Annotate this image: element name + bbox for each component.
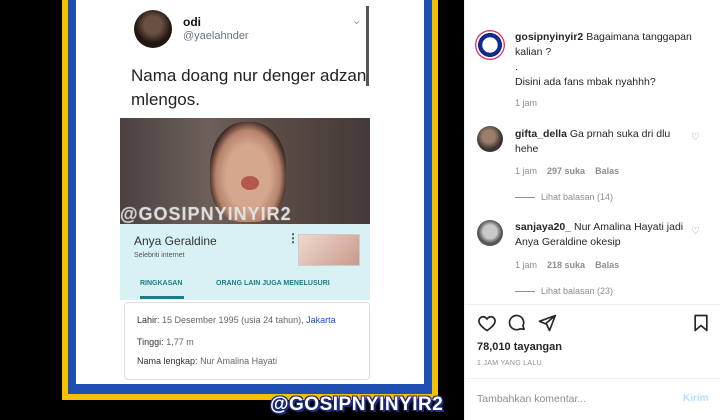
heart-icon[interactable]: ♡ bbox=[691, 132, 700, 143]
commenter-avatar[interactable] bbox=[477, 220, 503, 246]
caption-line-2: . bbox=[515, 61, 518, 73]
reply-button[interactable]: Balas bbox=[595, 260, 619, 270]
fact-fullname: Nama lengkap: Nur Amalina Hayati bbox=[137, 356, 277, 366]
fact-value: 1,77 m bbox=[166, 337, 194, 347]
comment-likes[interactable]: 297 suka bbox=[547, 166, 585, 176]
reply-button[interactable]: Balas bbox=[595, 166, 619, 176]
view-count[interactable]: 78,010 tayangan bbox=[477, 341, 562, 353]
fact-birth: Lahir: 15 Desember 1995 (usia 24 tahun),… bbox=[137, 315, 336, 325]
comment-input[interactable]: Tambahkan komentar... bbox=[477, 393, 586, 405]
chevron-down-icon: ⌄ bbox=[352, 15, 362, 27]
facts-card: Lahir: 15 Desember 1995 (usia 24 tahun),… bbox=[124, 302, 370, 380]
fact-value: Nur Amalina Hayati bbox=[200, 356, 278, 366]
caption: gosipnyinyir2 Bagaimana tanggapan kalian… bbox=[515, 30, 715, 90]
fact-height: Tinggi: 1,77 m bbox=[137, 337, 194, 347]
overlay-watermark: @GOSIPNYINYIR2 bbox=[120, 204, 292, 224]
post-media[interactable]: odi @yaelahnder ⌄ Nama doang nur denger … bbox=[0, 0, 464, 420]
fact-value: 15 Desember 1995 (usia 24 tahun), bbox=[162, 315, 304, 325]
tweet-author-name: odi bbox=[183, 15, 201, 29]
commenter-avatar[interactable] bbox=[477, 126, 503, 152]
caption-time[interactable]: 1 jam bbox=[515, 98, 537, 108]
share-paper-plane-icon[interactable] bbox=[537, 313, 557, 333]
kg-thumbnail bbox=[298, 234, 360, 266]
tweet-author-handle: @yaelahnder bbox=[183, 30, 249, 42]
comment-bubble-icon[interactable] bbox=[507, 313, 527, 333]
person-lips bbox=[241, 176, 259, 190]
active-tab-indicator bbox=[140, 296, 184, 299]
section-divider bbox=[465, 304, 720, 305]
tweet-text: Nama doang nur denger adzan mlengos. bbox=[131, 66, 367, 109]
screenshot-collage: odi @yaelahnder ⌄ Nama doang nur denger … bbox=[76, 0, 424, 384]
fact-link: Jakarta bbox=[306, 315, 336, 325]
fact-label: Tinggi: bbox=[137, 337, 164, 347]
comment-likes[interactable]: 218 suka bbox=[547, 260, 585, 270]
view-replies-button[interactable]: Lihat balasan (14) bbox=[515, 192, 613, 202]
fact-label: Lahir: bbox=[137, 315, 160, 325]
bookmark-icon[interactable] bbox=[691, 313, 711, 333]
fact-label: Nama lengkap: bbox=[137, 356, 198, 366]
comment-username[interactable]: sanjaya20_ bbox=[515, 221, 571, 233]
comment-meta: 1 jam 218 suka Balas bbox=[515, 260, 619, 270]
blue-frame: odi @yaelahnder ⌄ Nama doang nur denger … bbox=[68, 0, 432, 394]
comment-meta: 1 jam 297 suka Balas bbox=[515, 166, 619, 176]
tweet-avatar bbox=[134, 10, 172, 48]
post-timestamp[interactable]: 1 JAM YANG LALU bbox=[477, 360, 542, 367]
view-replies-label: Lihat balasan (23) bbox=[541, 286, 614, 296]
view-replies-button[interactable]: Lihat balasan (23) bbox=[515, 286, 613, 296]
instagram-post-view: odi @yaelahnder ⌄ Nama doang nur denger … bbox=[0, 0, 720, 420]
comments-panel: gosipnyinyir2 Bagaimana tanggapan kalian… bbox=[464, 0, 720, 420]
bottom-watermark: @GOSIPNYINYIR2 bbox=[270, 394, 444, 415]
caption-username[interactable]: gosipnyinyir2 bbox=[515, 31, 583, 43]
divider-dash bbox=[515, 197, 535, 199]
comment-text: gifta_della Ga prnah suka dri dlu hehe bbox=[515, 127, 690, 157]
view-replies-label: Lihat balasan (14) bbox=[541, 192, 614, 202]
knowledge-panel: Anya Geraldine ⋮ Selebriti internet RING… bbox=[120, 224, 370, 300]
heart-icon[interactable]: ♡ bbox=[691, 226, 700, 237]
yellow-frame: odi @yaelahnder ⌄ Nama doang nur denger … bbox=[62, 0, 438, 400]
divider-dash bbox=[515, 291, 535, 293]
kg-title: Anya Geraldine bbox=[134, 234, 217, 248]
author-avatar[interactable] bbox=[475, 30, 505, 60]
section-divider bbox=[465, 378, 720, 379]
comment-time[interactable]: 1 jam bbox=[515, 166, 537, 176]
tab-orang-lain: ORANG LAIN JUGA MENELUSURI bbox=[216, 280, 330, 287]
kg-subtitle: Selebriti internet bbox=[134, 252, 185, 259]
comment-username[interactable]: gifta_della bbox=[515, 128, 567, 140]
comment-time[interactable]: 1 jam bbox=[515, 260, 537, 270]
comment-text: sanjaya20_ Nur Amalina Hayati jadi Anya … bbox=[515, 220, 690, 250]
like-heart-icon[interactable] bbox=[477, 313, 497, 333]
tab-ringkasan: RINGKASAN bbox=[140, 280, 183, 287]
caption-line-3: Disini ada fans mbak nyahhh? bbox=[515, 76, 656, 88]
post-comment-button[interactable]: Kirim bbox=[683, 393, 709, 404]
